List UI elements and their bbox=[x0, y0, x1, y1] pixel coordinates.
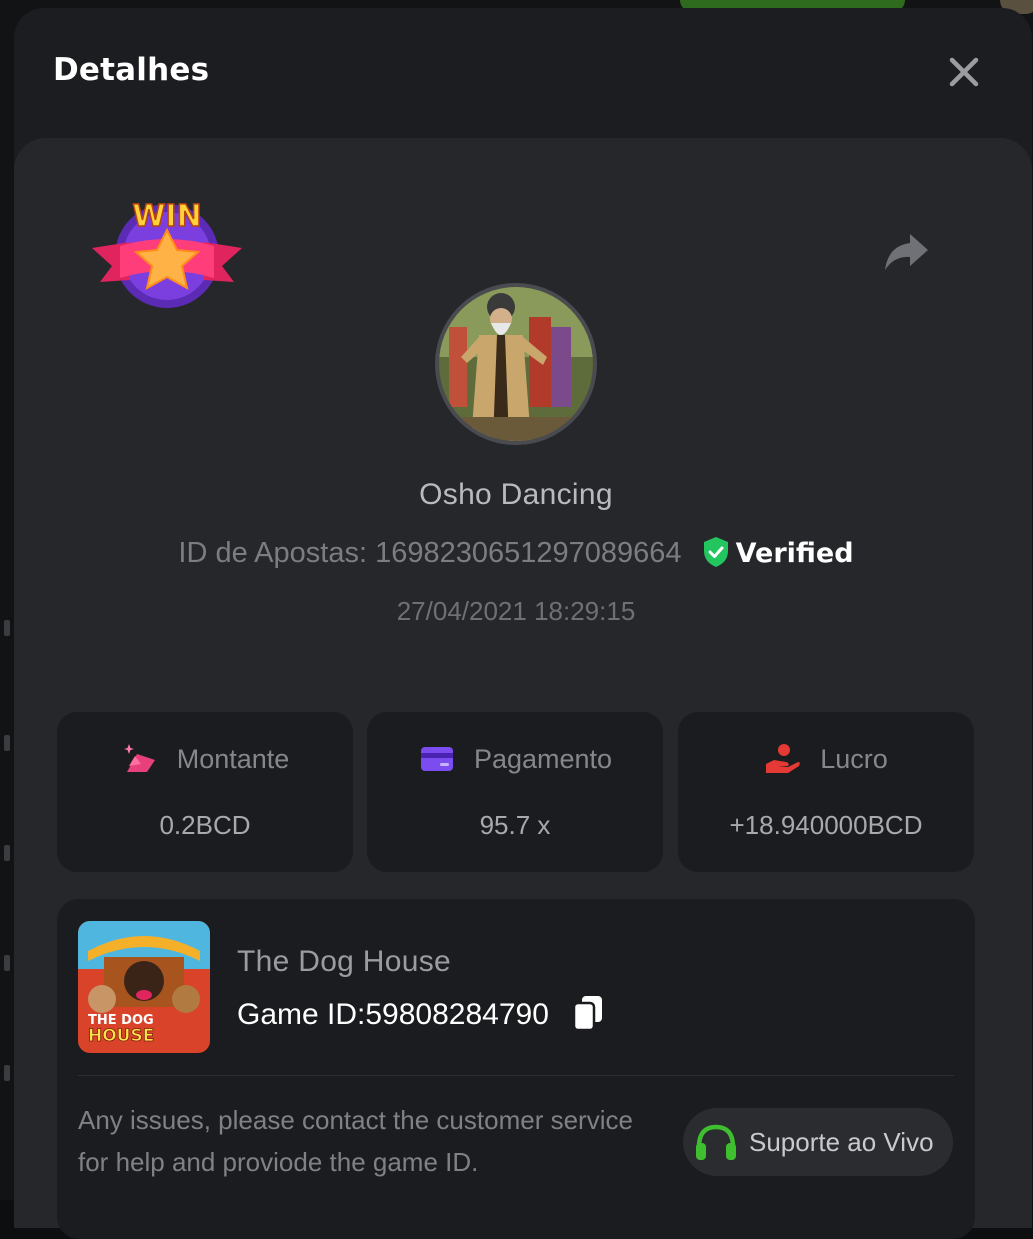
stat-value: +18.940000BCD bbox=[729, 810, 923, 840]
profit-hand-icon bbox=[766, 744, 801, 773]
verified-label: Verified bbox=[735, 538, 854, 569]
stat-label: Pagamento bbox=[473, 744, 613, 774]
game-thumb-title-2: HOUSE bbox=[88, 1026, 154, 1046]
game-id-row: Game ID:59808284790 bbox=[237, 994, 605, 1032]
headset-icon bbox=[696, 1124, 736, 1160]
win-badge-text: WIN bbox=[132, 199, 201, 234]
bet-details-modal: Detalhes WIN Osho Dancing ID de Apostas:… bbox=[14, 8, 1032, 1239]
card-icon bbox=[420, 747, 453, 771]
win-badge-icon: WIN bbox=[92, 198, 242, 308]
game-name: The Dog House bbox=[237, 945, 452, 978]
stat-amount: Montante 0.2BCD bbox=[57, 712, 353, 872]
background-item bbox=[4, 620, 10, 636]
modal-title: Detalhes bbox=[53, 52, 210, 88]
stat-profit: Lucro +18.940000BCD bbox=[678, 712, 974, 872]
live-support-button[interactable]: Suporte ao Vivo bbox=[683, 1108, 953, 1176]
game-id-label: Game ID: bbox=[237, 998, 366, 1031]
stat-value: 95.7 x bbox=[479, 810, 551, 840]
background-item bbox=[4, 955, 10, 971]
username: Osho Dancing bbox=[419, 478, 613, 511]
stat-value: 0.2BCD bbox=[159, 810, 251, 840]
background-item bbox=[4, 1065, 10, 1081]
bet-id-value: 1698230651297089664 bbox=[375, 537, 682, 569]
stat-label: Montante bbox=[176, 744, 290, 774]
support-help-text: Any issues, please contact the customer … bbox=[78, 1105, 633, 1177]
stat-payout: Pagamento 95.7 x bbox=[367, 712, 663, 872]
game-thumbnail-image: THE DOG HOUSE bbox=[78, 921, 210, 1053]
user-avatar bbox=[435, 283, 597, 445]
copy-icon[interactable] bbox=[571, 994, 605, 1032]
game-id-value: 59808284790 bbox=[365, 998, 549, 1031]
background-item bbox=[4, 845, 10, 861]
close-icon bbox=[949, 57, 979, 87]
bet-id-label: ID de Apostas: bbox=[178, 537, 368, 569]
bet-card: WIN Osho Dancing ID de Apostas: 16982306… bbox=[14, 138, 1032, 1239]
avatar-image bbox=[439, 287, 593, 441]
share-button[interactable] bbox=[882, 230, 930, 274]
live-support-label: Suporte ao Vivo bbox=[749, 1126, 934, 1157]
background-item bbox=[4, 735, 10, 751]
divider bbox=[78, 1075, 954, 1076]
bet-timestamp: 27/04/2021 18:29:15 bbox=[396, 596, 636, 626]
close-button[interactable] bbox=[944, 52, 984, 92]
share-icon bbox=[885, 234, 928, 270]
money-bag-icon bbox=[123, 744, 155, 772]
game-thumbnail[interactable]: THE DOG HOUSE bbox=[78, 921, 210, 1053]
bet-id-row: ID de Apostas: 1698230651297089664 Verif… bbox=[14, 536, 1018, 570]
game-info-panel: THE DOG HOUSE The Dog House Game ID:5980… bbox=[57, 899, 975, 1239]
verified-shield-icon bbox=[703, 537, 728, 567]
stat-label: Lucro bbox=[820, 744, 888, 774]
